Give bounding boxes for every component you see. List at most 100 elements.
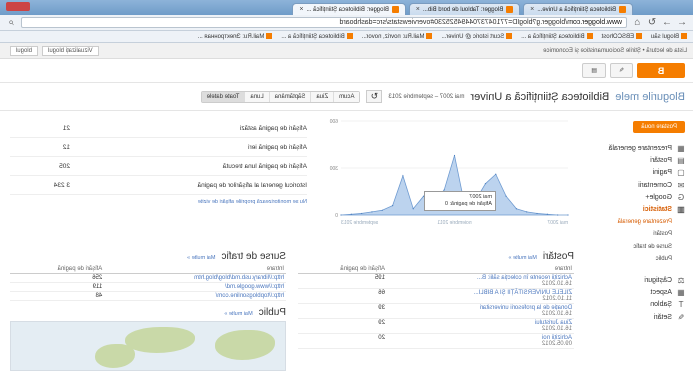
sidebar-item-label: Câștiguri — [644, 276, 672, 284]
browser-tabbar: Biblioteca Științifică a Unive... × Blogg… — [0, 0, 693, 15]
sidebar-item-template[interactable]: T Șablon — [578, 299, 685, 311]
browser-tab-1[interactable]: Biblioteca Științifică a Unive... × — [523, 3, 633, 15]
bookmark-label: Mail.Ru: novriz, novor... — [361, 34, 425, 40]
bookmarks-bar: Blogul său EBSCOhost Biblioteca Științif… — [0, 31, 693, 43]
col-header: Afișări de pagină — [10, 265, 105, 274]
referrer-link[interactable]: http://www.google.md/ — [225, 284, 284, 290]
bookmark-item[interactable]: Scurt istoric @ Univer... — [441, 33, 513, 40]
blogger-logo-icon[interactable]: B — [637, 63, 685, 78]
referrer-link[interactable]: http://library.usb.md/blog/blog.htm — [194, 275, 284, 281]
traffic-title: Surse de trafic — [221, 251, 286, 262]
sidebar-item-label: Statistici — [642, 206, 672, 214]
close-icon[interactable]: × — [416, 6, 420, 13]
bookmark-item[interactable]: Mail.Ru: novriz, novor... — [362, 33, 433, 40]
tooltip-value: Afișări de pagină: 0 — [444, 201, 492, 208]
bookmark-item[interactable]: Biblioteca Științifică a ... — [521, 33, 593, 40]
bookmark-item[interactable]: Biblioteca Științifică a ... — [281, 33, 353, 40]
bookmark-label: EBSCOhost — [601, 34, 634, 40]
data-point — [412, 208, 414, 210]
chart-svg[interactable]: 600 300 0 mai 2007 noiembrie 2011 septembrie … — [319, 115, 574, 243]
period-month[interactable]: Luna — [244, 91, 269, 102]
stat-value: 3 234 — [53, 181, 70, 189]
browser-tab-2[interactable]: Blogger: Tabloul de bord Bib... × — [408, 3, 521, 15]
view-page-button[interactable]: ▤ — [582, 63, 606, 78]
overview-row: 600 300 0 mai 2007 noiembrie 2011 septembrie … — [10, 115, 574, 243]
refresh-icon[interactable]: ↻ — [366, 90, 383, 103]
sidebar-subitem-overview[interactable]: Prezentare generală — [578, 216, 685, 228]
tracking-link[interactable]: Nu se monitorizează propriile afișări de… — [10, 199, 307, 205]
world-map[interactable] — [10, 321, 286, 371]
traffic-more-link[interactable]: Mai multe » — [187, 255, 215, 261]
home-icon[interactable]: ⌂ — [632, 17, 642, 28]
data-point — [484, 183, 487, 185]
sidebar-item-posts[interactable]: ▤ Postări — [578, 154, 685, 166]
data-point — [391, 205, 394, 207]
new-post-button[interactable]: Postare nouă — [633, 121, 685, 133]
sidebar-item-label: Postări — [650, 156, 672, 164]
tab-label: Biblioteca Științifică a Unive... — [537, 6, 616, 13]
back-arrow-icon[interactable]: ← — [677, 17, 687, 28]
referrer-link[interactable]: http://topblogsonline.com/ — [216, 293, 284, 299]
data-point — [371, 211, 373, 213]
period-all[interactable]: Toate datele — [201, 91, 245, 102]
sidebar-item-label: Pagini — [652, 169, 672, 177]
my-blogs-link[interactable]: Blogurile mele — [615, 91, 685, 103]
search-icon[interactable]: ⌕ — [6, 17, 16, 28]
post-views: 39 — [298, 303, 387, 319]
details-row: Postări Mai multe » Intrare Afișări de pag… — [10, 251, 574, 371]
sidebar-item-layout[interactable]: ▦ Aspect — [578, 286, 685, 298]
map-landmass — [125, 327, 195, 353]
sidebar-nav: ▦ Prezentare generală ▤ Postări ▢ Pagini ✉ C… — [578, 142, 685, 323]
blogger-toolbar: B ✎ ▤ — [0, 59, 693, 83]
bookmark-item[interactable]: EBSCOhost — [602, 33, 642, 40]
post-views: 20 — [298, 333, 387, 349]
sidebar-item-overview[interactable]: ▦ Prezentare generală — [578, 142, 685, 154]
blog-select[interactable]: blogul — [10, 45, 39, 56]
sidebar: Postare nouă ▦ Prezentare generală ▤ Postă… — [578, 111, 693, 382]
post-views: 29 — [298, 318, 387, 334]
bookmark-icon — [506, 33, 513, 39]
sidebar-subitem-traffic[interactable]: Surse de trafic — [578, 240, 685, 252]
data-point — [402, 175, 404, 177]
sidebar-item-comments[interactable]: ✉ Comentarii — [578, 179, 685, 191]
page-icon: ▤ — [591, 68, 597, 74]
pages-icon: ▢ — [677, 168, 685, 178]
edit-post-button[interactable]: ✎ — [609, 63, 633, 78]
bookmark-item[interactable]: Mail.Ru: Электронная ... — [198, 33, 273, 40]
reload-icon[interactable]: ↻ — [647, 17, 657, 28]
sidebar-subitem-audience[interactable]: Public — [578, 253, 685, 265]
reading-list-notice[interactable]: Lista de lectură • Știrile Socioumanisti… — [99, 48, 687, 54]
sidebar-item-label: Aspect — [650, 288, 672, 296]
post-views: 195 — [298, 273, 387, 289]
period-now[interactable]: Acum — [333, 91, 360, 102]
close-icon[interactable]: × — [530, 6, 534, 13]
url-field[interactable]: www.blogger.com/blogger.g?blogID=7710473… — [21, 17, 627, 28]
view-blog-button[interactable]: Vizualizați blogul — [42, 45, 99, 56]
period-day[interactable]: Ziua — [310, 91, 334, 102]
sidebar-item-pages[interactable]: ▢ Pagini — [578, 167, 685, 179]
col-header: Intrare — [104, 265, 286, 274]
posts-heading: Postări Mai multe » — [298, 251, 574, 262]
sidebar-item-googleplus[interactable]: G Google+ — [578, 191, 685, 203]
sidebar-item-settings[interactable]: ✎ Setări — [578, 311, 685, 323]
y-tick-label: 0 — [335, 213, 338, 219]
close-icon[interactable]: × — [299, 6, 303, 13]
forward-arrow-icon[interactable]: → — [662, 17, 672, 28]
sidebar-item-stats[interactable]: ▥ Statistici — [578, 203, 685, 215]
post-views: 66 — [298, 288, 387, 304]
sidebar-subitem-posts[interactable]: Postări — [578, 228, 685, 240]
bookmark-label: Biblioteca Științifică a ... — [521, 34, 585, 40]
y-tick-label: 600 — [329, 119, 338, 125]
wrench-icon: ✎ — [677, 312, 685, 322]
sidebar-item-earnings[interactable]: ⚖ Câștiguri — [578, 274, 685, 286]
browser-tab-3[interactable]: Blogger: Biblioteca Științifică ... × — [292, 3, 406, 15]
posts-title: Postări — [542, 251, 574, 262]
stat-label: Afișări de pagină ieri — [248, 143, 307, 151]
posts-more-link[interactable]: Mai multe » — [508, 255, 536, 261]
layout-icon: ▦ — [677, 287, 685, 297]
period-week[interactable]: Săptămâna — [268, 91, 311, 102]
bookmark-icon — [681, 33, 687, 39]
window-close-button[interactable] — [6, 2, 30, 11]
audience-more-link[interactable]: Mai multe » — [224, 311, 252, 317]
bookmark-item[interactable]: Blogul său — [651, 33, 687, 40]
